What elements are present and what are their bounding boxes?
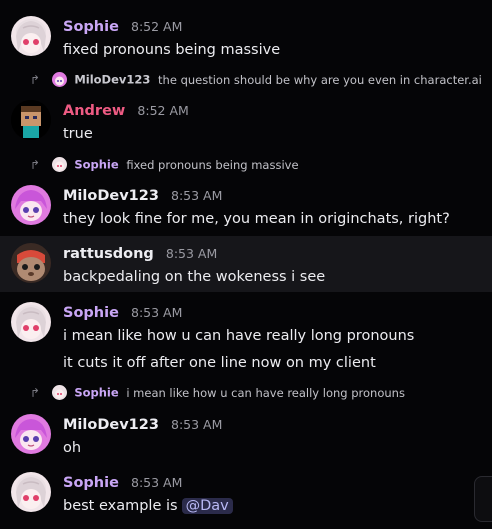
message: rattusdong 8:53 AM backpedaling on the w…	[0, 236, 492, 292]
message: Sophie 8:53 AM i mean like how u can hav…	[0, 294, 492, 380]
author-name[interactable]: rattusdong	[63, 246, 154, 262]
message-header: rattusdong 8:53 AM	[63, 243, 217, 263]
avatar[interactable]	[11, 16, 51, 56]
message-header: MiloDev123 8:53 AM	[63, 414, 222, 434]
message: MiloDev123 8:53 AM they look fine for me…	[0, 177, 492, 234]
avatar	[51, 157, 67, 172]
message-header: Sophie 8:52 AM	[63, 16, 182, 36]
author-name[interactable]: Andrew	[63, 103, 125, 119]
avatar[interactable]	[11, 100, 51, 140]
reply-arrow-icon: ↱	[30, 157, 41, 172]
message-header: Andrew 8:52 AM	[63, 100, 189, 120]
timestamp: 8:53 AM	[171, 417, 223, 432]
avatar	[51, 385, 67, 400]
message-header: Sophie 8:53 AM	[63, 472, 182, 492]
chat-log: Sophie 8:52 AM fixed pronouns being mass…	[0, 0, 492, 529]
message: Andrew 8:52 AM true	[0, 92, 492, 152]
timestamp: 8:52 AM	[137, 103, 189, 118]
message-text: oh	[63, 440, 82, 456]
message: Sophie 8:52 AM fixed pronouns being mass…	[0, 8, 492, 68]
reply-text: fixed pronouns being massive	[126, 157, 299, 172]
author-name[interactable]: MiloDev123	[63, 188, 159, 204]
message-text-content: best example is	[63, 498, 178, 514]
timestamp: 8:53 AM	[131, 305, 183, 320]
message-header: MiloDev123 8:53 AM	[63, 185, 222, 205]
reply-arrow-icon: ↱	[30, 385, 41, 400]
reply-preview[interactable]: ↱ Sophie i mean like how u can have real…	[30, 385, 405, 401]
message-text: i mean like how u can have really long p…	[63, 328, 415, 344]
user-mention[interactable]: @Dav	[181, 498, 233, 514]
timestamp: 8:53 AM	[165, 246, 218, 261]
reply-arrow-icon: ↱	[30, 72, 41, 87]
message-text: best example is @Dav	[63, 498, 233, 514]
message-text: true	[63, 126, 93, 142]
scroll-button[interactable]	[474, 476, 492, 522]
reply-author: Sophie	[74, 157, 119, 172]
author-name[interactable]: Sophie	[63, 475, 119, 491]
avatar[interactable]	[11, 302, 51, 342]
author-name[interactable]: MiloDev123	[63, 417, 159, 433]
message: MiloDev123 8:53 AM oh	[0, 406, 492, 466]
avatar[interactable]	[11, 243, 51, 283]
timestamp: 8:53 AM	[131, 475, 183, 490]
reply-text: the question should be why are you even …	[158, 72, 482, 87]
message-text: fixed pronouns being massive	[63, 42, 281, 58]
timestamp: 8:52 AM	[131, 19, 183, 34]
timestamp: 8:53 AM	[171, 188, 223, 203]
message-text: they look fine for me, you mean in origi…	[63, 211, 450, 227]
reply-text: i mean like how u can have really long p…	[126, 385, 405, 400]
message-header: Sophie 8:53 AM	[63, 302, 182, 322]
avatar[interactable]	[11, 472, 51, 512]
avatar[interactable]	[11, 414, 51, 454]
author-name[interactable]: Sophie	[63, 19, 119, 35]
reply-author: MiloDev123	[74, 72, 151, 87]
avatar	[51, 72, 67, 87]
reply-preview[interactable]: ↱ MiloDev123 the question should be why …	[30, 72, 482, 88]
message: Sophie 8:53 AM best example is @Dav	[0, 464, 492, 529]
reply-preview[interactable]: ↱ Sophie fixed pronouns being massive	[30, 157, 299, 173]
reply-author: Sophie	[74, 385, 119, 400]
avatar[interactable]	[11, 185, 51, 225]
author-name[interactable]: Sophie	[63, 305, 119, 321]
message-text: backpedaling on the wokeness i see	[63, 269, 326, 285]
message-text: it cuts it off after one line now on my …	[63, 355, 376, 371]
